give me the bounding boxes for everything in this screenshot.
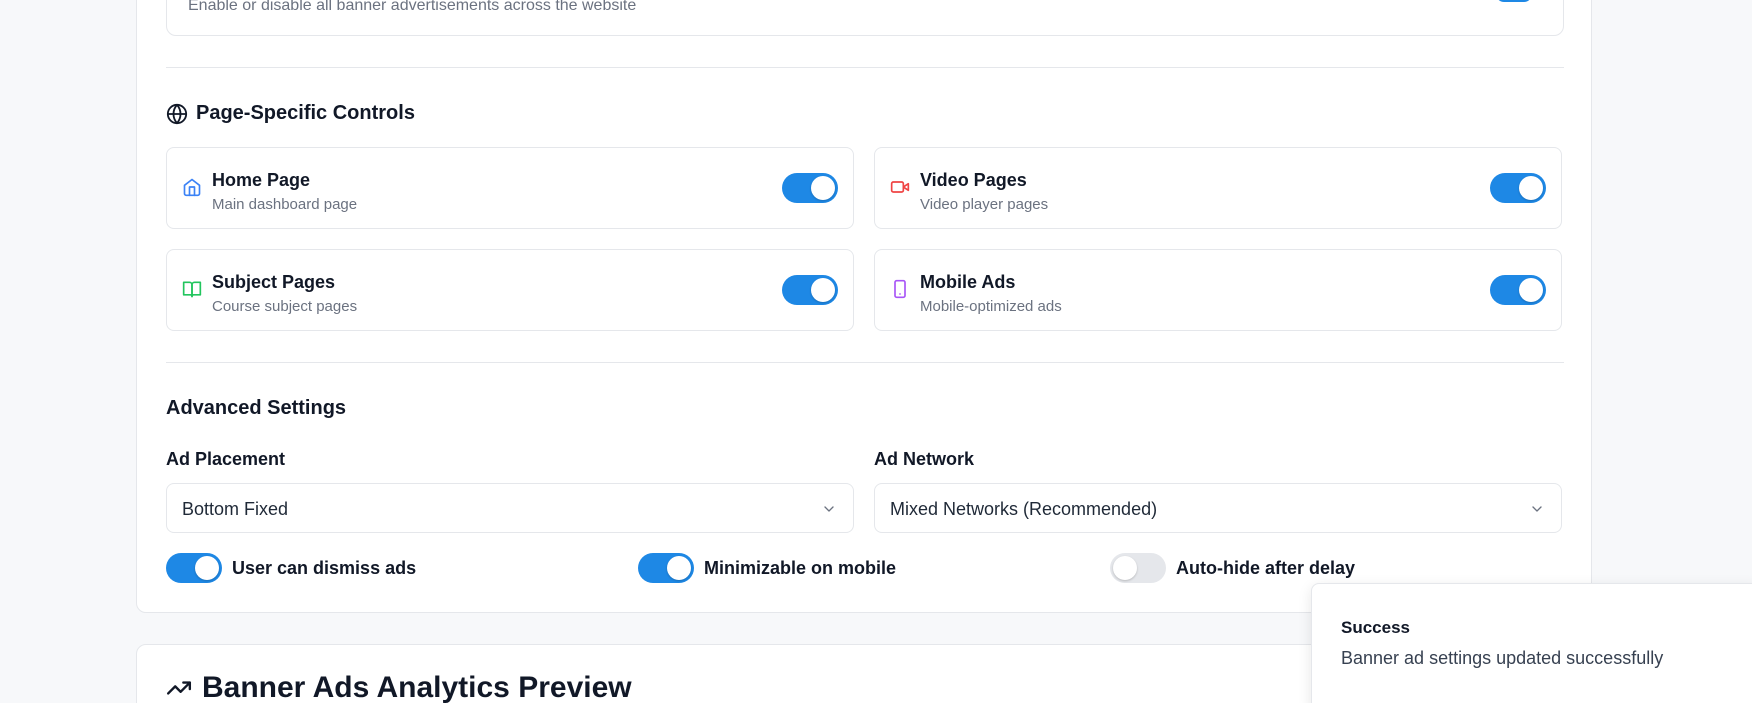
- page-card-description: Mobile-optimized ads: [920, 298, 1062, 315]
- global-banner-description: Enable or disable all banner advertiseme…: [188, 0, 637, 14]
- auto-hide-option: Auto-hide after delay: [1110, 553, 1355, 583]
- page-card-description: Video player pages: [920, 196, 1049, 213]
- page-card-title: Mobile Ads: [920, 272, 1016, 292]
- auto-hide-toggle[interactable]: [1110, 553, 1166, 583]
- page-card-title: Video Pages: [920, 170, 1027, 190]
- home-icon: [182, 177, 202, 197]
- page-card-title: Subject Pages: [212, 272, 336, 292]
- subject-pages-toggle[interactable]: [782, 275, 838, 305]
- globe-icon: [166, 103, 188, 125]
- advanced-settings-heading: Advanced Settings: [166, 397, 347, 419]
- smartphone-icon: [890, 279, 910, 299]
- ad-placement-value: Bottom Fixed: [182, 499, 289, 519]
- ad-network-label: Ad Network: [874, 449, 975, 469]
- chevron-down-icon: [1529, 501, 1545, 517]
- ad-network-select[interactable]: Mixed Networks (Recommended): [874, 483, 1562, 533]
- page-controls-heading: Page-Specific Controls: [166, 102, 415, 125]
- ad-network-value: Mixed Networks (Recommended): [890, 499, 1158, 519]
- video-icon: [890, 177, 910, 197]
- toggle-knob: [811, 176, 835, 200]
- page-card-description: Main dashboard page: [212, 196, 358, 213]
- success-toast: Success Banner ad settings updated succe…: [1311, 583, 1752, 703]
- section-divider: [166, 67, 1564, 68]
- dismiss-ads-toggle[interactable]: [166, 553, 222, 583]
- ad-placement-label: Ad Placement: [166, 449, 286, 469]
- toggle-knob: [1519, 176, 1543, 200]
- toggle-knob: [195, 556, 219, 580]
- minimizable-toggle[interactable]: [638, 553, 694, 583]
- minimizable-label: Minimizable on mobile: [704, 557, 897, 578]
- mobile-ads-toggle[interactable]: [1490, 275, 1546, 305]
- dismiss-ads-option: User can dismiss ads: [166, 553, 416, 583]
- page-controls-title: Page-Specific Controls: [196, 102, 415, 124]
- book-open-icon: [182, 279, 202, 299]
- auto-hide-label: Auto-hide after delay: [1176, 557, 1356, 578]
- page-card-subject: Subject Pages Course subject pages: [166, 249, 854, 331]
- minimizable-option: Minimizable on mobile: [638, 553, 896, 583]
- toast-message: Banner ad settings updated successfully: [1341, 648, 1664, 668]
- page-card-title: Home Page: [212, 170, 311, 190]
- dismiss-ads-label: User can dismiss ads: [232, 557, 417, 578]
- toggle-knob: [1519, 278, 1543, 302]
- toggle-knob: [1113, 556, 1137, 580]
- video-pages-toggle[interactable]: [1490, 173, 1546, 203]
- analytics-heading: Banner Ads Analytics Preview: [166, 671, 632, 703]
- ad-placement-select[interactable]: Bottom Fixed: [166, 483, 854, 533]
- trending-up-icon: [166, 675, 192, 701]
- page-card-description: Course subject pages: [212, 298, 358, 315]
- analytics-title: Banner Ads Analytics Preview: [202, 671, 632, 703]
- page-card-mobile: Mobile Ads Mobile-optimized ads: [874, 249, 1562, 331]
- toggle-knob: [667, 556, 691, 580]
- toast-title: Success: [1341, 618, 1410, 637]
- section-divider: [166, 362, 1564, 363]
- page-card-home: Home Page Main dashboard page: [166, 147, 854, 229]
- chevron-down-icon: [821, 501, 837, 517]
- home-page-toggle[interactable]: [782, 173, 838, 203]
- toggle-knob: [811, 278, 835, 302]
- page-card-video: Video Pages Video player pages: [874, 147, 1562, 229]
